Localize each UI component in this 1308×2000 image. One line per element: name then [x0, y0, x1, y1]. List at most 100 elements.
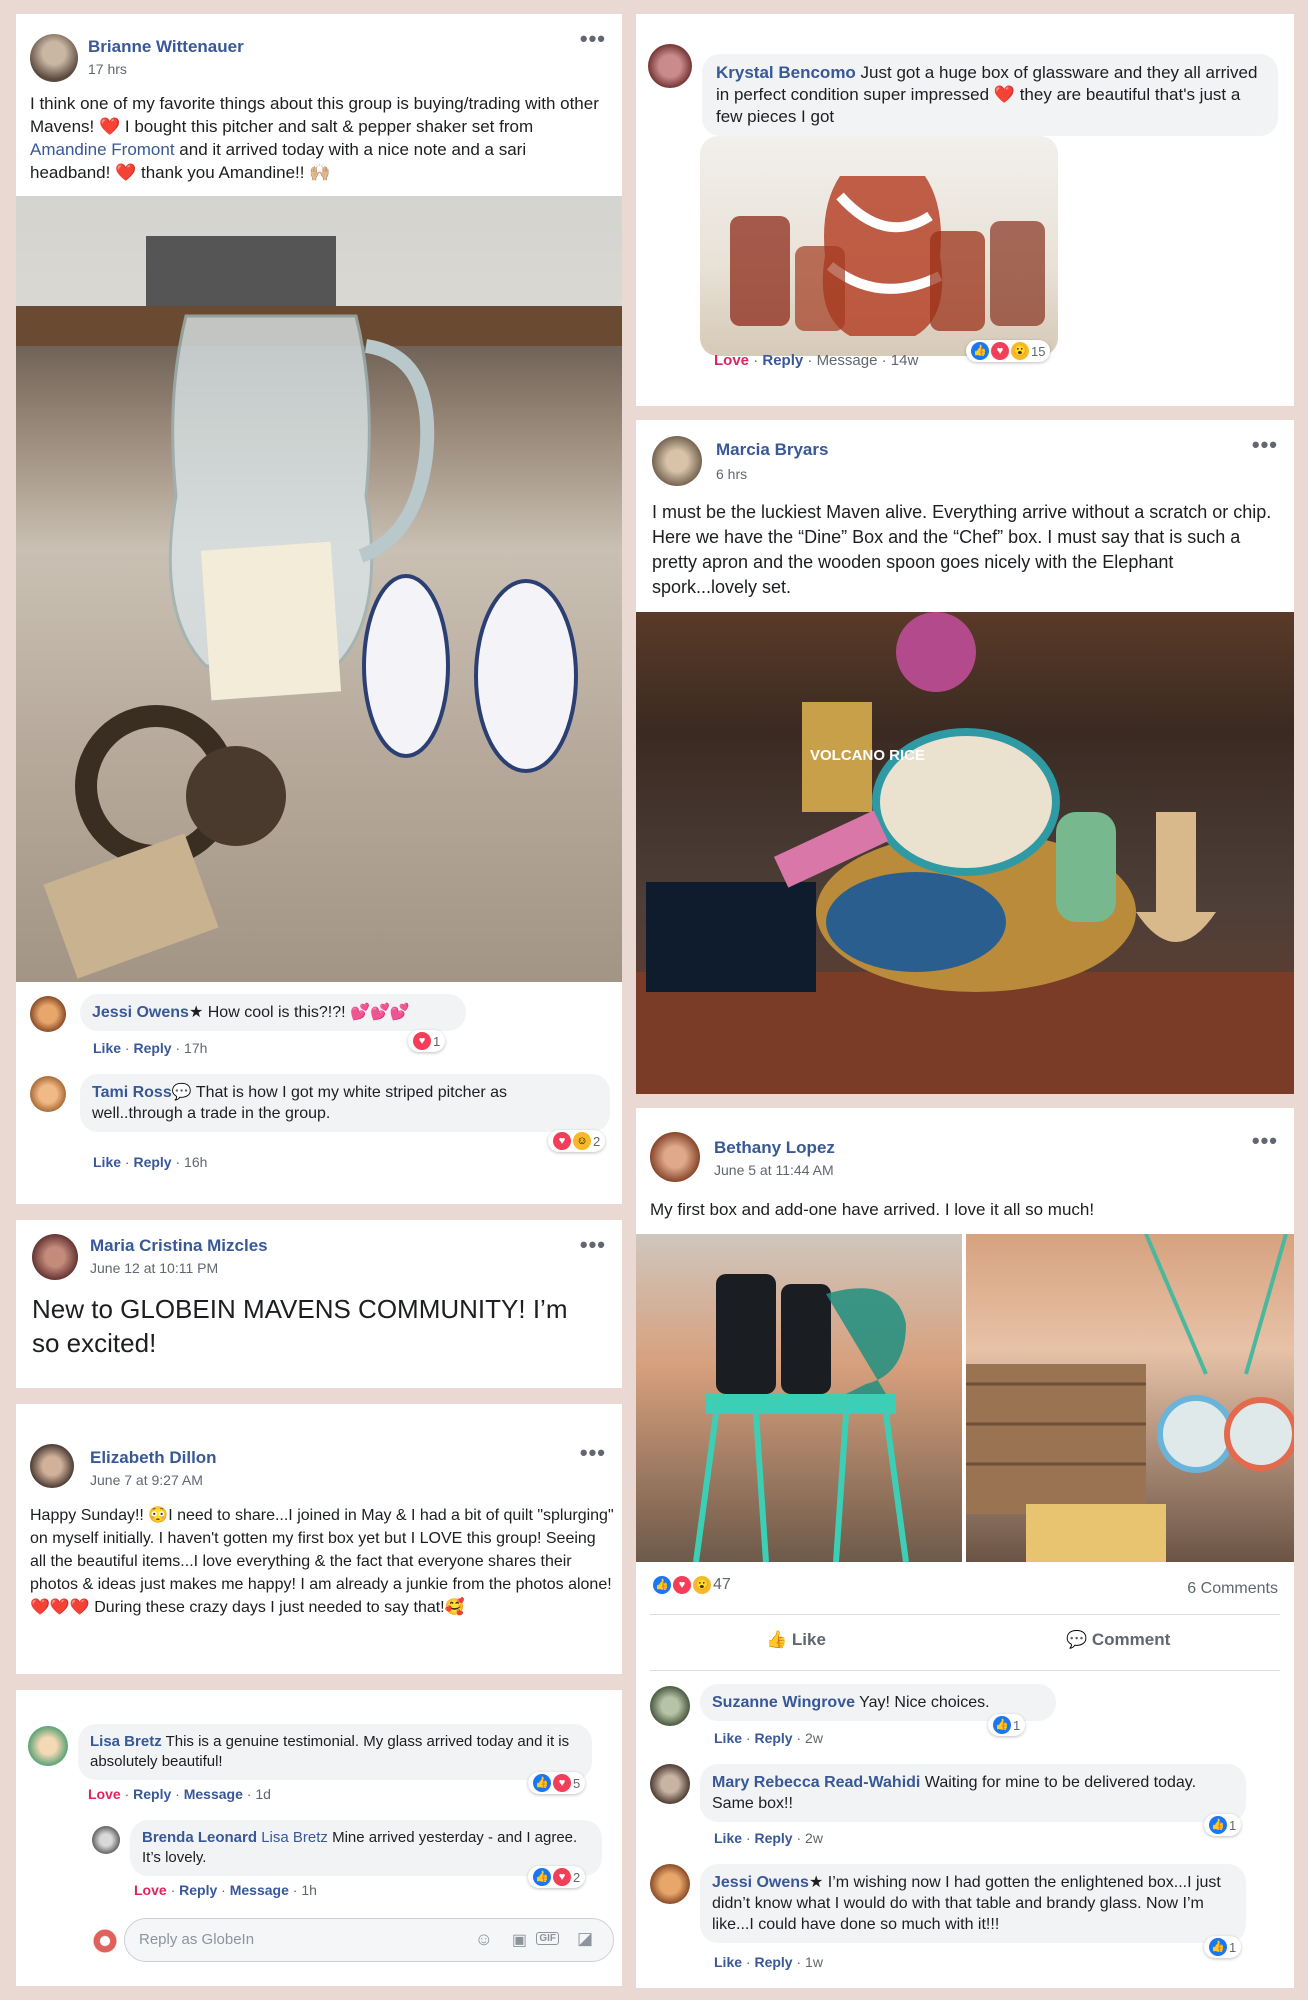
comment-bubble: Jessi Owens★ How cool is this?!?! 💕💕💕	[80, 994, 466, 1031]
post-author[interactable]: Brianne Wittenauer	[88, 37, 244, 57]
avatar[interactable]	[650, 1686, 690, 1726]
avatar[interactable]	[32, 1234, 78, 1280]
comment-button[interactable]: 💬 Comment	[1066, 1630, 1170, 1650]
avatar[interactable]	[652, 436, 702, 486]
comment-author[interactable]: Mary Rebecca Read-Wahidi	[712, 1774, 920, 1791]
comment-actions: Like · Reply · 2w	[714, 1830, 823, 1846]
avatar[interactable]	[648, 44, 692, 88]
avatar[interactable]	[92, 1826, 120, 1854]
reply-link[interactable]: Reply	[133, 1040, 171, 1056]
like-link[interactable]: Like	[714, 1730, 742, 1746]
comment-author[interactable]: Jessi Owens	[712, 1874, 809, 1891]
post-time[interactable]: June 7 at 9:27 AM	[90, 1472, 203, 1488]
reaction-summary[interactable]: 👍 ♥ 😮 47	[648, 1574, 736, 1596]
reply-link[interactable]: Reply	[179, 1882, 217, 1898]
post-author[interactable]: Maria Cristina Mizcles	[90, 1236, 268, 1256]
love-icon: ♥	[991, 342, 1009, 360]
reply-link[interactable]: Reply	[754, 1830, 792, 1846]
like-button[interactable]: 👍 Like	[766, 1630, 826, 1650]
reaction-summary[interactable]: ♥ ☺ 2	[548, 1130, 606, 1152]
like-link[interactable]: Like	[714, 1830, 742, 1846]
divider	[650, 1614, 1280, 1615]
camera-icon[interactable]: ▣	[512, 1930, 527, 1950]
comment-author[interactable]: Krystal Bencomo	[716, 63, 856, 82]
post-photo[interactable]	[966, 1234, 1294, 1562]
comment-time[interactable]: 2w	[805, 1730, 823, 1746]
more-options-icon[interactable]: •••	[580, 1440, 606, 1466]
comment-time[interactable]: 1h	[301, 1882, 317, 1898]
avatar[interactable]	[650, 1764, 690, 1804]
love-link[interactable]: Love	[88, 1786, 121, 1802]
comment-photo[interactable]	[700, 136, 1058, 356]
thumbs-up-icon: 👍	[766, 1630, 792, 1649]
post-author[interactable]: Bethany Lopez	[714, 1138, 835, 1158]
comment-author[interactable]: Suzanne Wingrove	[712, 1694, 855, 1711]
avatar[interactable]	[30, 996, 66, 1032]
divider	[650, 1670, 1280, 1671]
post-time[interactable]: 6 hrs	[716, 466, 747, 482]
avatar[interactable]	[30, 1076, 66, 1112]
reply-link[interactable]: Reply	[754, 1730, 792, 1746]
message-link[interactable]: Message	[184, 1786, 243, 1802]
globein-avatar[interactable]	[92, 1928, 118, 1954]
like-link[interactable]: Like	[93, 1154, 121, 1170]
reaction-summary[interactable]: 👍 ♥ 2	[528, 1866, 586, 1888]
more-options-icon[interactable]: •••	[580, 1232, 606, 1258]
post-photo[interactable]	[16, 196, 622, 982]
gif-icon[interactable]: GIF	[536, 1932, 559, 1945]
comment-time[interactable]: 16h	[184, 1154, 207, 1170]
reaction-summary[interactable]: ♥ 1	[408, 1030, 446, 1052]
message-link[interactable]: Message	[817, 352, 878, 369]
reply-input[interactable]: Reply as GlobeIn ☺ ▣ GIF ◪	[124, 1918, 614, 1962]
reaction-summary[interactable]: 👍 1	[1204, 1814, 1242, 1836]
love-link[interactable]: Love	[714, 352, 749, 369]
reply-link[interactable]: Reply	[133, 1154, 171, 1170]
comment-time[interactable]: 2w	[805, 1830, 823, 1846]
reaction-summary[interactable]: 👍 1	[988, 1714, 1026, 1736]
more-options-icon[interactable]: •••	[580, 26, 606, 52]
more-options-icon[interactable]: •••	[1252, 432, 1278, 458]
comment-count[interactable]: 6 Comments	[1187, 1580, 1278, 1598]
post-author[interactable]: Marcia Bryars	[716, 440, 828, 460]
post-time[interactable]: June 12 at 10:11 PM	[90, 1260, 218, 1276]
post-time[interactable]: June 5 at 11:44 AM	[714, 1162, 834, 1178]
reply-link[interactable]: Reply	[754, 1954, 792, 1970]
comment-author[interactable]: Tami Ross	[92, 1084, 172, 1101]
sticker-icon[interactable]: ◪	[577, 1929, 593, 1949]
comment-time[interactable]: 17h	[184, 1040, 207, 1056]
love-icon: ♥	[553, 1132, 571, 1150]
post-photo[interactable]	[636, 1234, 962, 1562]
avatar[interactable]	[650, 1132, 700, 1182]
like-link[interactable]: Like	[714, 1954, 742, 1970]
mention-link[interactable]: Amandine Fromont	[30, 140, 175, 159]
avatar[interactable]	[28, 1726, 68, 1766]
mention-link[interactable]: Lisa Bretz	[257, 1829, 328, 1846]
post-photo[interactable]: VOLCANO RICE	[636, 612, 1294, 1094]
post-card-marcia: Marcia Bryars 6 hrs ••• I must be the lu…	[636, 420, 1294, 1094]
reply-link[interactable]: Reply	[762, 352, 803, 369]
pitcher-photo-icon	[16, 196, 622, 979]
box-contents-photo-icon	[966, 1234, 1294, 1562]
message-link[interactable]: Message	[230, 1882, 289, 1898]
emoji-icon[interactable]: ☺	[475, 1929, 493, 1950]
reaction-summary[interactable]: 👍 ♥ 😮 15	[966, 340, 1051, 362]
post-time[interactable]: 17 hrs	[88, 61, 127, 77]
reaction-summary[interactable]: 👍 ♥ 5	[528, 1772, 586, 1794]
comment-time[interactable]: 1w	[805, 1954, 823, 1970]
comment-time[interactable]: 14w	[891, 352, 919, 369]
reply-link[interactable]: Reply	[133, 1786, 171, 1802]
avatar[interactable]	[30, 1444, 74, 1488]
comment-author[interactable]: Jessi Owens	[92, 1004, 189, 1021]
comment-author[interactable]: Brenda Leonard	[142, 1829, 257, 1846]
reaction-summary[interactable]: 👍 1	[1204, 1936, 1242, 1958]
avatar[interactable]	[30, 34, 78, 82]
comment-author[interactable]: Lisa Bretz	[90, 1733, 162, 1750]
comment-actions: Like · Reply · 2w	[714, 1730, 823, 1746]
comment-time[interactable]: 1d	[255, 1786, 271, 1802]
post-author[interactable]: Elizabeth Dillon	[90, 1448, 217, 1468]
like-icon: 👍	[653, 1576, 671, 1594]
like-link[interactable]: Like	[93, 1040, 121, 1056]
love-link[interactable]: Love	[134, 1882, 167, 1898]
more-options-icon[interactable]: •••	[1252, 1128, 1278, 1154]
avatar[interactable]	[650, 1864, 690, 1904]
